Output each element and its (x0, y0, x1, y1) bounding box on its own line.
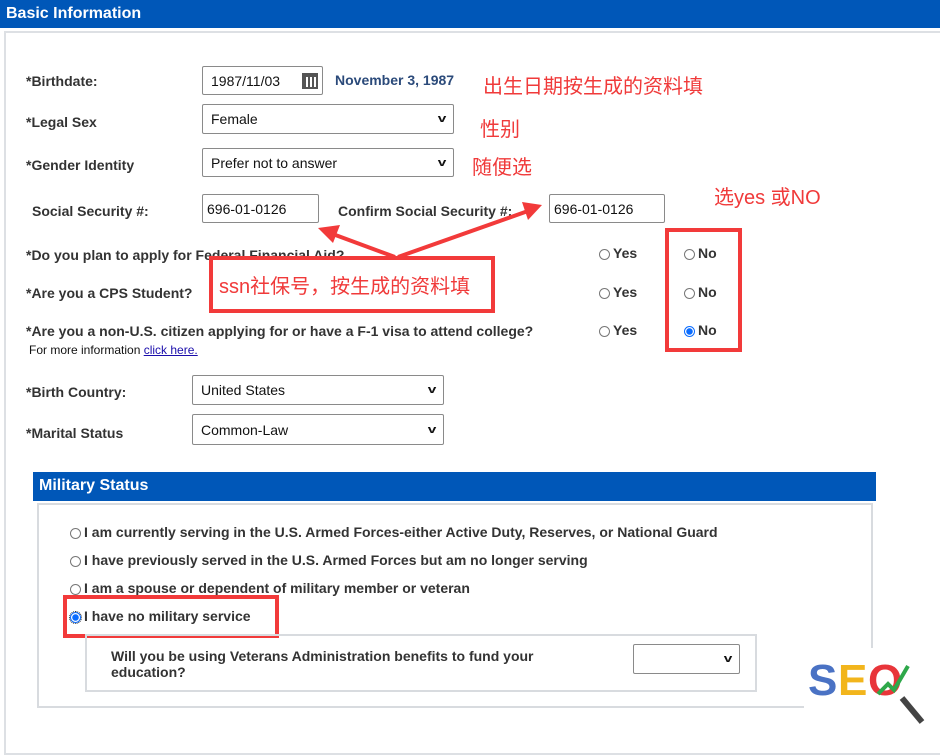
military-status-header: Military Status (33, 472, 876, 501)
radio-icon[interactable] (70, 555, 81, 567)
va-benefits-select[interactable]: v (633, 644, 740, 674)
arrow-to-confirm-ssn (397, 209, 529, 259)
option-label: I have previously served in the U.S. Arm… (84, 552, 588, 568)
radio-icon[interactable] (70, 527, 81, 539)
va-benefits-question: Will you be using Veterans Administratio… (111, 648, 534, 680)
chevron-down-icon: v (427, 423, 437, 436)
seo-logo-e: E (838, 656, 868, 705)
magnifier-chart-icon (876, 664, 925, 724)
birth-country-select[interactable]: United States v (192, 375, 444, 405)
option-label: I am a spouse or dependent of military m… (84, 580, 470, 596)
military-option-previous[interactable]: I have previously served in the U.S. Arm… (70, 552, 588, 568)
birth-country-value: United States (201, 382, 286, 398)
seo-logo: S E O (804, 648, 940, 727)
arrow-to-ssn (329, 231, 396, 259)
military-option-spouse[interactable]: I am a spouse or dependent of military m… (70, 580, 470, 596)
birth-country-label: *Birth Country: (26, 384, 127, 400)
marital-status-select[interactable]: Common-Law v (192, 414, 444, 445)
chevron-down-icon: v (427, 384, 437, 396)
chevron-down-icon: v (723, 653, 733, 665)
marital-status-label: *Marital Status (26, 425, 124, 441)
option-label: I am currently serving in the U.S. Armed… (84, 524, 718, 540)
annotation-box-military (63, 595, 279, 638)
military-option-active[interactable]: I am currently serving in the U.S. Armed… (70, 524, 718, 540)
marital-status-value: Common-Law (201, 421, 289, 438)
radio-icon[interactable] (70, 583, 81, 595)
seo-logo-s: S (808, 656, 837, 705)
arrowhead-icon (522, 202, 542, 220)
